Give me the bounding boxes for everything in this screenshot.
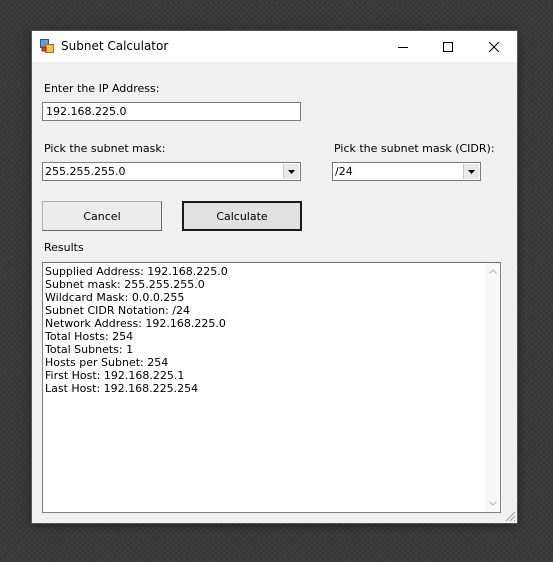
ip-address-input[interactable]: 192.168.225.0 (42, 102, 301, 121)
result-line: First Host: 192.168.225.1 (45, 369, 185, 382)
subnet-mask-value: 255.255.255.0 (45, 165, 126, 178)
result-line: Wildcard Mask: 0.0.0.255 (45, 291, 185, 304)
result-line: Last Host: 192.168.225.254 (45, 382, 199, 395)
subnet-mask-dropdown-button[interactable] (283, 164, 299, 179)
result-line: Total Hosts: 254 (45, 330, 134, 343)
result-line: Total Subnets: 1 (45, 343, 134, 356)
window-title: Subnet Calculator (61, 39, 169, 53)
results-scrollbar[interactable] (485, 263, 500, 512)
minimize-icon (398, 46, 408, 48)
subnet-mask-label: Pick the subnet mask: (44, 142, 166, 155)
result-line: Supplied Address: 192.168.225.0 (45, 265, 228, 278)
resize-grip-icon[interactable] (504, 510, 516, 522)
result-line: Network Address: 192.168.225.0 (45, 317, 226, 330)
scroll-up-icon (488, 269, 497, 274)
result-line: Subnet CIDR Notation: /24 (45, 304, 191, 317)
cidr-dropdown-button[interactable] (463, 164, 479, 179)
chevron-down-icon (468, 169, 475, 174)
result-line: Subnet mask: 255.255.255.0 (45, 278, 205, 291)
subnet-calculator-window: Subnet Calculator Enter the IP Address: … (32, 31, 517, 523)
subnet-mask-select[interactable]: 255.255.255.0 (42, 162, 301, 181)
calculate-button[interactable]: Calculate (182, 201, 302, 231)
title-bar[interactable]: Subnet Calculator (32, 31, 517, 62)
scroll-down-button[interactable] (485, 496, 500, 511)
minimize-button[interactable] (380, 31, 426, 62)
cidr-label: Pick the subnet mask (CIDR): (334, 142, 495, 155)
close-button[interactable] (471, 31, 517, 62)
scroll-up-button[interactable] (485, 264, 500, 279)
maximize-icon (443, 41, 453, 52)
ip-address-label: Enter the IP Address: (44, 82, 160, 95)
cidr-select[interactable]: /24 (332, 162, 481, 181)
app-icon (40, 39, 54, 53)
chevron-down-icon (288, 169, 295, 174)
result-line: Hosts per Subnet: 254 (45, 356, 169, 369)
scroll-down-icon (488, 501, 497, 506)
close-icon (489, 41, 499, 52)
results-lines: Supplied Address: 192.168.225.0 Subnet m… (45, 265, 228, 395)
cancel-button[interactable]: Cancel (42, 201, 162, 231)
results-label: Results (44, 241, 84, 254)
maximize-button[interactable] (425, 31, 471, 62)
results-textarea[interactable]: Supplied Address: 192.168.225.0 Subnet m… (42, 262, 501, 513)
cidr-value: /24 (335, 165, 353, 178)
